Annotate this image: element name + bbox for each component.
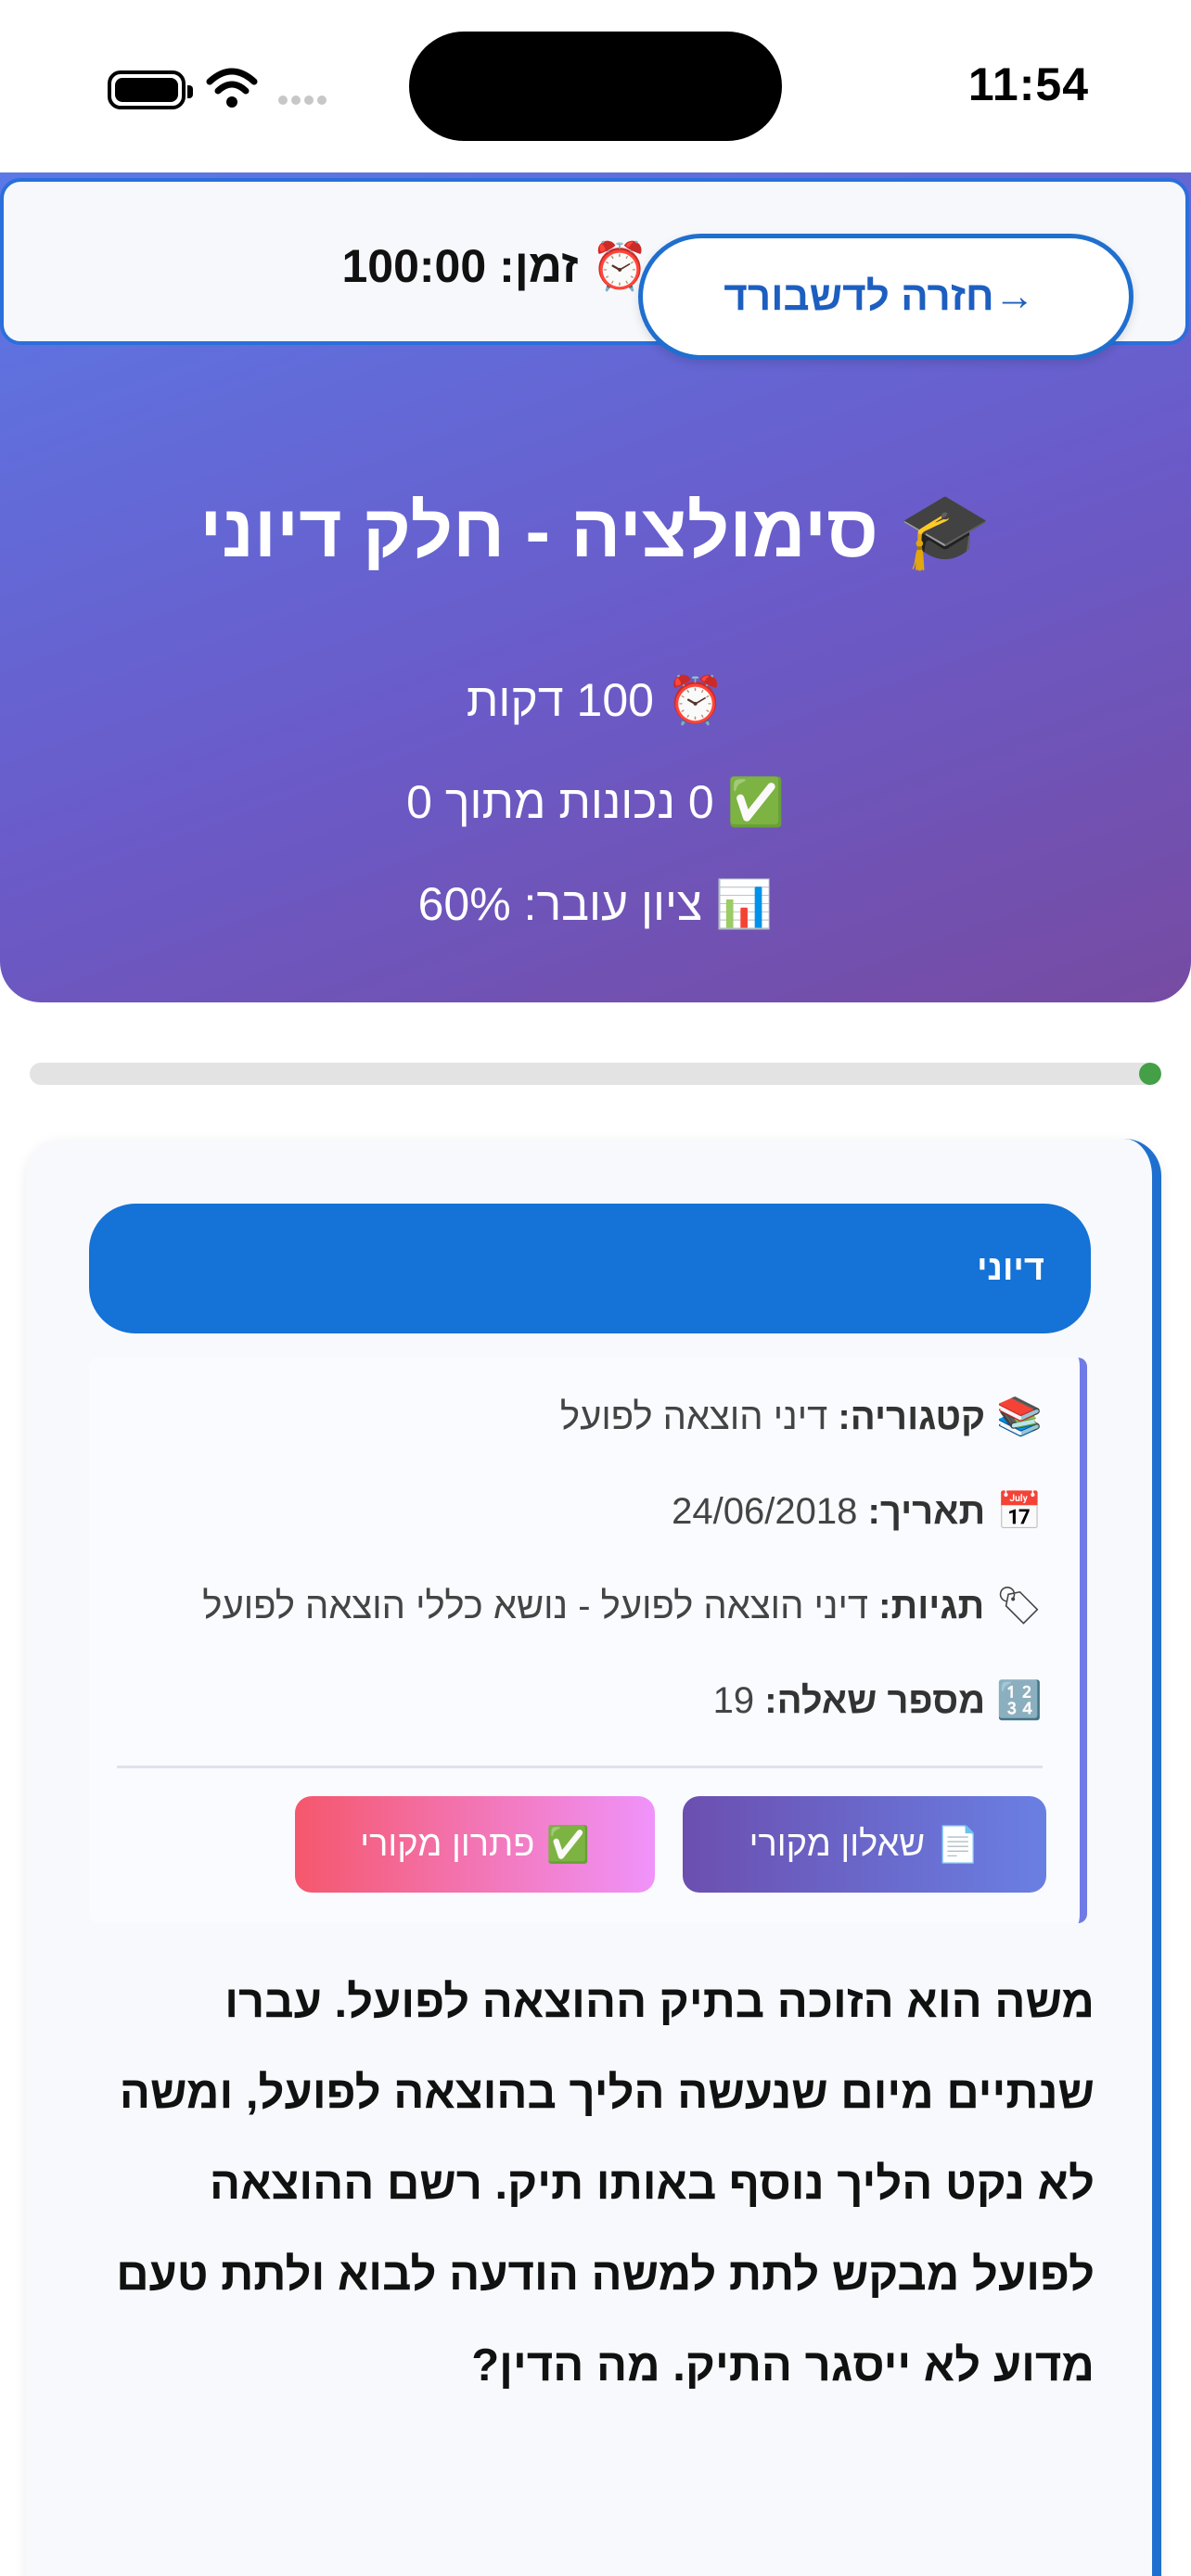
check-icon: ✅ bbox=[545, 1823, 590, 1865]
dynamic-island bbox=[409, 32, 782, 141]
progress-bar bbox=[30, 1063, 1161, 1085]
meta-date: 📅תאריך: 24/06/2018 bbox=[672, 1490, 1043, 1533]
correct-count: ✅ 0 נכונות מתוך 0 bbox=[406, 776, 785, 828]
meta-question-number: 🔢מספר שאלה: 19 bbox=[712, 1679, 1043, 1722]
arrow-right-icon: → bbox=[993, 274, 1035, 319]
status-time: 11:54 bbox=[967, 58, 1089, 110]
calendar-icon: 📅 bbox=[996, 1490, 1043, 1533]
meta-tags: 🏷תגיות: דיני הוצאה לפועל - נושא כללי הוצ… bbox=[202, 1585, 1043, 1627]
question-text: משה הוא הזוכה בתיק ההוצאה לפועל. עברו שנ… bbox=[116, 1977, 1095, 2391]
signal-icon bbox=[278, 93, 343, 105]
status-bar: 11:54 bbox=[0, 0, 1191, 167]
question-card: דיוני 📚קטגוריה: דיני הוצאה לפועל 📅תאריך:… bbox=[26, 1139, 1161, 2576]
back-to-dashboard-button[interactable]: → חזרה לדשבורד bbox=[638, 234, 1133, 360]
document-icon: 📄 bbox=[936, 1823, 980, 1865]
battery-icon bbox=[108, 70, 193, 109]
question-meta: 📚קטגוריה: דיני הוצאה לפועל 📅תאריך: 24/06… bbox=[89, 1358, 1087, 1923]
numbers-icon: 🔢 bbox=[996, 1679, 1043, 1722]
back-button-label: חזרה לדשבורד bbox=[724, 274, 994, 319]
duration-info: ⏰ 100 דקות bbox=[466, 674, 725, 726]
wifi-icon bbox=[206, 68, 258, 108]
original-questionnaire-button[interactable]: 📄 שאלון מקורי bbox=[683, 1796, 1046, 1893]
question-type-badge: דיוני bbox=[89, 1204, 1091, 1333]
label-icon: 🏷 bbox=[995, 1585, 1043, 1627]
pass-score: 📊 ציון עובר: 60% bbox=[417, 878, 774, 930]
progress-fill bbox=[1138, 1063, 1161, 1085]
meta-category: 📚קטגוריה: דיני הוצאה לפועל bbox=[559, 1396, 1043, 1438]
divider bbox=[117, 1766, 1043, 1768]
books-icon: 📚 bbox=[996, 1396, 1043, 1438]
original-solution-button[interactable]: ✅ פתרון מקורי bbox=[295, 1796, 655, 1893]
page-title: 🎓 סימולציה - חלק דיוני bbox=[199, 490, 992, 572]
